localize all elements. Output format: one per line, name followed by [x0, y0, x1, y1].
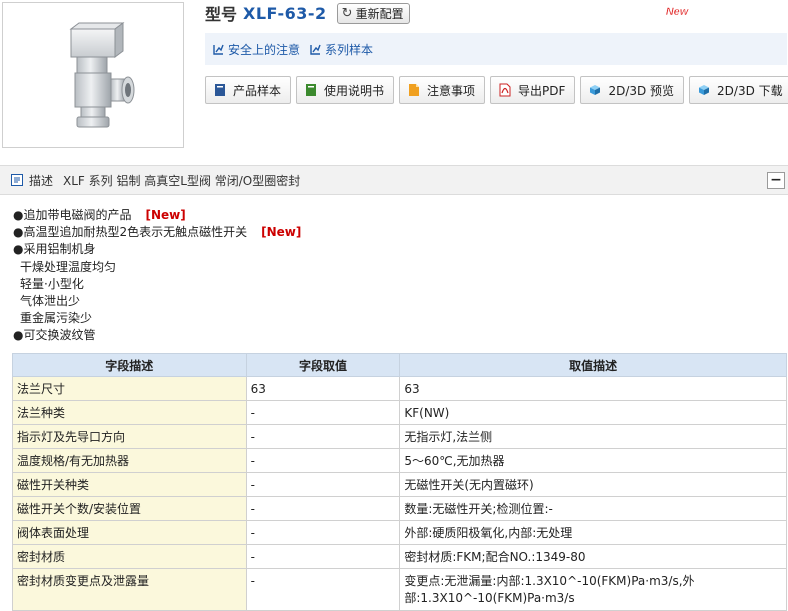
field-name-cell: 密封材质: [12, 544, 247, 569]
user-manual-button[interactable]: 使用说明书: [296, 76, 395, 104]
reconfigure-label: 重新配置: [355, 6, 404, 21]
pdf-icon: [499, 83, 511, 97]
value-description-cell: 无指示灯,法兰侧: [399, 424, 787, 449]
column-header-value: 字段取值: [245, 353, 401, 377]
cube-icon: [590, 85, 601, 95]
new-tag: [New]: [145, 208, 186, 222]
field-name-cell: 法兰尺寸: [12, 376, 247, 401]
feature-item: ●追加带电磁阀的产品 [New]: [13, 207, 301, 224]
product-image: [2, 2, 184, 148]
description-heading: 描述: [29, 173, 54, 188]
value-description-cell: KF(NW): [399, 400, 787, 425]
feature-text: ●高温型追加耐热型2色表示无触点磁性开关: [13, 225, 248, 240]
feature-subitem: 重金属污染少: [20, 311, 93, 326]
feature-subitem: 气体泄出少: [20, 294, 81, 309]
product-catalog-label: 产品样本: [233, 83, 282, 98]
value-description-cell: 5～60℃,无加热器: [399, 448, 787, 473]
column-header-field: 字段描述: [12, 353, 247, 377]
field-value-cell: -: [245, 424, 401, 449]
field-name-cell: 磁性开关个数/安装位置: [12, 496, 247, 521]
preview-2d3d-label: 2D/3D 预览: [608, 83, 675, 98]
value-description-cell: 无磁性开关(无内置磁环): [399, 472, 787, 497]
feature-item: ●可交换波纹管: [13, 328, 96, 343]
document-link-icon: [213, 44, 224, 55]
feature-subitem: 干燥处理温度均匀: [20, 259, 117, 274]
field-value-cell: -: [245, 496, 401, 521]
cube-icon: [699, 85, 710, 95]
user-manual-label: 使用说明书: [324, 83, 385, 98]
export-pdf-label: 导出PDF: [518, 83, 566, 98]
model-prefix: 型号: [205, 5, 238, 24]
safety-notes-link[interactable]: 安全上的注意: [213, 41, 300, 58]
table-row: 密封材质变更点及泄露量 - 变更点:无泄漏量:内部:1.3X10^-10(FKM…: [12, 568, 787, 611]
table-row: 指示灯及先导口方向 - 无指示灯,法兰侧: [12, 424, 787, 449]
field-value-cell: -: [245, 520, 401, 545]
feature-item: ●高温型追加耐热型2色表示无触点磁性开关 [New]: [13, 224, 301, 241]
table-row: 磁性开关个数/安装位置 - 数量:无磁性开关;检测位置:-: [12, 496, 787, 521]
table-row: 法兰种类 - KF(NW): [12, 400, 787, 425]
spec-table: 字段描述 字段取值 取值描述 法兰尺寸 63 63 法兰种类 - KF(NW) …: [12, 353, 787, 611]
model-header: 型号 XLF-63-2 ↻ 重新配置: [205, 2, 410, 24]
export-pdf-button[interactable]: 导出PDF: [490, 76, 576, 104]
field-value-cell: -: [245, 400, 401, 425]
field-value-cell: -: [245, 568, 401, 611]
document-toolbar: 产品样本 使用说明书 注意事项 导出PDF 2D/3D 预览 2D/3D 下载: [205, 76, 788, 104]
table-header-row: 字段描述 字段取值 取值描述: [12, 353, 787, 377]
download-2d3d-label: 2D/3D 下载: [717, 83, 783, 98]
field-name-cell: 阀体表面处理: [12, 520, 247, 545]
svg-text:New: New: [666, 6, 690, 18]
feature-list: ●追加带电磁阀的产品 [New] ●高温型追加耐热型2色表示无触点磁性开关 [New…: [13, 207, 301, 345]
value-description-cell: 密封材质:FKM;配合NO.:1349-80: [399, 544, 787, 569]
manual-icon: [306, 84, 317, 96]
preview-2d3d-button[interactable]: 2D/3D 预览: [580, 76, 685, 104]
feature-item: ●采用铝制机身: [13, 242, 96, 257]
field-name-cell: 磁性开关种类: [12, 472, 247, 497]
catalog-icon: [215, 84, 225, 96]
refresh-icon: ↻: [341, 5, 353, 21]
collapse-button[interactable]: −: [767, 172, 785, 189]
caution-icon: [409, 84, 420, 96]
field-name-cell: 指示灯及先导口方向: [12, 424, 247, 449]
series-catalog-label: 系列样本: [325, 42, 374, 57]
value-description-cell: 63: [399, 376, 787, 401]
download-2d3d-button[interactable]: 2D/3D 下载: [689, 76, 788, 104]
field-name-cell: 温度规格/有无加热器: [12, 448, 247, 473]
value-description-cell: 外部:硬质阳极氧化,内部:无处理: [399, 520, 787, 545]
new-badge: New: [665, 6, 690, 18]
feature-subitem: 轻量·小型化: [20, 276, 84, 291]
value-description-cell: 数量:无磁性开关;检测位置:-: [399, 496, 787, 521]
series-subtitle: XLF 系列 铝制 高真空L型阀 常闭/O型圈密封: [63, 173, 301, 188]
product-catalog-button[interactable]: 产品样本: [205, 76, 292, 104]
reconfigure-button[interactable]: ↻ 重新配置: [336, 2, 410, 24]
table-row: 温度规格/有无加热器 - 5～60℃,无加热器: [12, 448, 787, 473]
precautions-label: 注意事项: [427, 83, 476, 98]
document-link-icon: [310, 44, 321, 55]
description-icon: [11, 174, 23, 186]
field-value-cell: 63: [245, 376, 401, 401]
model-code: XLF-63-2: [243, 3, 327, 23]
precautions-button[interactable]: 注意事项: [399, 76, 486, 104]
description-header: 描述 XLF 系列 铝制 高真空L型阀 常闭/O型圈密封 −: [0, 165, 788, 195]
series-catalog-link[interactable]: 系列样本: [310, 41, 373, 58]
column-header-description: 取值描述: [399, 353, 787, 377]
value-description-cell: 变更点:无泄漏量:内部:1.3X10^-10(FKM)Pa·m3/s,外部:1.…: [399, 568, 787, 611]
table-row: 阀体表面处理 - 外部:硬质阳极氧化,内部:无处理: [12, 520, 787, 545]
field-name-cell: 法兰种类: [12, 400, 247, 425]
field-name-cell: 密封材质变更点及泄露量: [12, 568, 247, 611]
table-row: 密封材质 - 密封材质:FKM;配合NO.:1349-80: [12, 544, 787, 569]
field-value-cell: -: [245, 448, 401, 473]
field-value-cell: -: [245, 544, 401, 569]
table-row: 磁性开关种类 - 无磁性开关(无内置磁环): [12, 472, 787, 497]
links-bar: 安全上的注意 系列样本: [205, 33, 787, 65]
field-value-cell: -: [245, 472, 401, 497]
table-row: 法兰尺寸 63 63: [12, 376, 787, 401]
new-tag: [New]: [261, 225, 302, 240]
safety-notes-label: 安全上的注意: [228, 42, 301, 57]
feature-text: ●追加带电磁阀的产品: [13, 208, 132, 222]
